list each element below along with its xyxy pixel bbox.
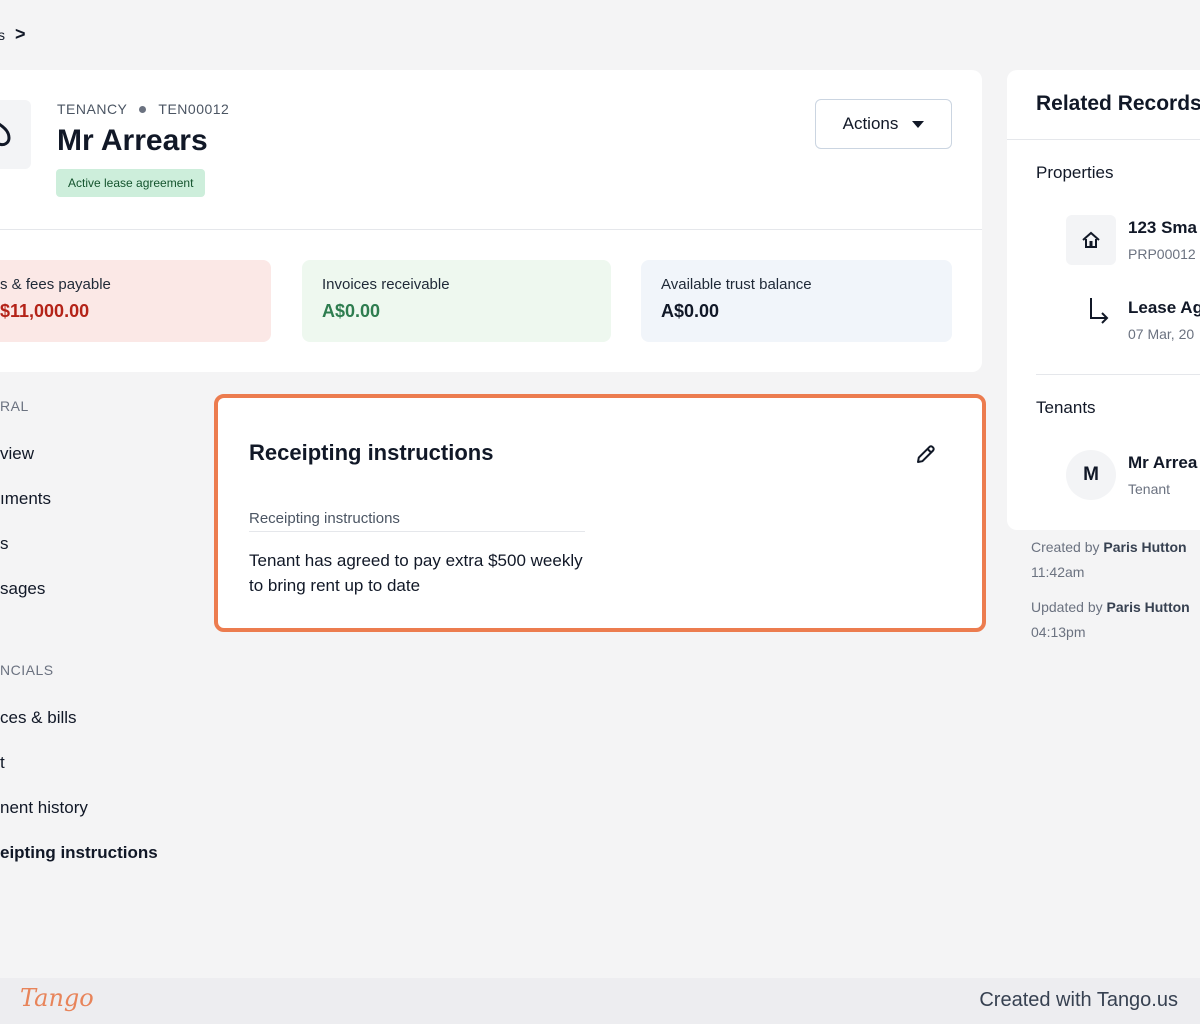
lease-date: 07 Mar, 20 [1128, 326, 1195, 342]
property-reference: PRP00012 [1128, 246, 1196, 262]
related-records-card: Related Records Properties 123 Sma PRP00… [1007, 70, 1200, 530]
record-reference: TEN00012 [158, 101, 230, 117]
pencil-icon[interactable] [914, 442, 938, 466]
stat-invoices-receivable: Invoices receivable A$0.00 [302, 260, 611, 342]
actions-button[interactable]: Actions [815, 99, 952, 149]
sidebar-item-overview[interactable]: view [0, 444, 34, 464]
sidebar-item-messages[interactable]: sages [0, 579, 45, 599]
stat-label: Available trust balance [661, 276, 812, 293]
arrow-down-right-icon [1090, 298, 1109, 324]
property-title[interactable]: 123 Sma [1128, 218, 1197, 238]
record-type: TENANCY [57, 101, 128, 117]
field-value: Tenant has agreed to pay extra $500 week… [249, 551, 583, 595]
stat-label: Invoices receivable [322, 276, 450, 293]
sidebar-item-rent[interactable]: t [0, 753, 5, 773]
stat-value: $11,000.00 [0, 301, 90, 321]
tango-logo: Tango [20, 984, 94, 1012]
updated-info: Updated by Paris Hutton 04:13pm [1031, 595, 1190, 645]
separator-dot [139, 105, 147, 113]
updated-prefix: Updated by [1031, 599, 1103, 615]
status-badge: Active lease agreement [56, 169, 206, 197]
page-title: Mr Arrears [57, 124, 208, 157]
updated-by: Paris Hutton [1106, 599, 1190, 615]
nav-section-general: RAL [0, 398, 29, 414]
properties-heading: Properties [1036, 163, 1114, 182]
stat-value: A$0.00 [322, 301, 381, 321]
sidebar-item-invoices-bills[interactable]: ces & bills [0, 708, 77, 728]
nav-section-financials: NCIALS [0, 662, 54, 678]
field-label: Receipting instructions [249, 510, 400, 527]
tenant-role: Tenant [1128, 481, 1171, 497]
created-prefix: Created by [1031, 539, 1100, 555]
tenant-name[interactable]: Mr Arrea [1128, 453, 1197, 473]
actions-label: Actions [842, 114, 899, 133]
created-time: 11:42am [1031, 564, 1085, 580]
tenancy-header-card: TENANCY TEN00012 Mr Arrears Active lease… [0, 70, 982, 372]
stat-trust-balance: Available trust balance A$0.00 [641, 260, 952, 342]
created-by: Paris Hutton [1103, 539, 1187, 555]
breadcrumb: s > [0, 24, 26, 45]
breadcrumb-item[interactable]: s [0, 27, 5, 43]
divider [0, 229, 982, 230]
panel-title: Receipting instructions [249, 440, 494, 465]
lease-title[interactable]: Lease Ag [1128, 298, 1200, 318]
divider [1036, 374, 1200, 375]
tenants-heading: Tenants [1036, 398, 1096, 417]
sidebar-item-payment-history[interactable]: nent history [0, 798, 88, 818]
stat-value: A$0.00 [661, 301, 720, 321]
tenancy-meta: TENANCY TEN00012 [57, 101, 229, 117]
sidebar-item-receipting-instructions[interactable]: eipting instructions [0, 843, 158, 863]
updated-time: 04:13pm [1031, 624, 1086, 640]
stat-label: s & fees payable [0, 276, 111, 293]
footer-text: Created with Tango.us [979, 989, 1178, 1011]
footer: Tango Created with Tango.us [0, 978, 1200, 1024]
stat-fees-payable: s & fees payable $11,000.00 [0, 260, 271, 342]
sidebar-item-documents[interactable]: ıments [0, 489, 51, 509]
tenancy-icon [0, 100, 31, 169]
field-divider [249, 531, 585, 532]
divider [1007, 139, 1200, 140]
related-records-title: Related Records [1036, 92, 1200, 115]
avatar: M [1066, 450, 1116, 500]
receipting-instructions-panel: Receipting instructions Receipting instr… [214, 394, 986, 632]
chevron-right-icon: > [15, 24, 26, 44]
house-icon [1066, 215, 1116, 265]
caret-down-icon [912, 120, 925, 128]
sidebar-item-tasks[interactable]: s [0, 534, 9, 554]
created-info: Created by Paris Hutton 11:42am [1031, 535, 1187, 585]
